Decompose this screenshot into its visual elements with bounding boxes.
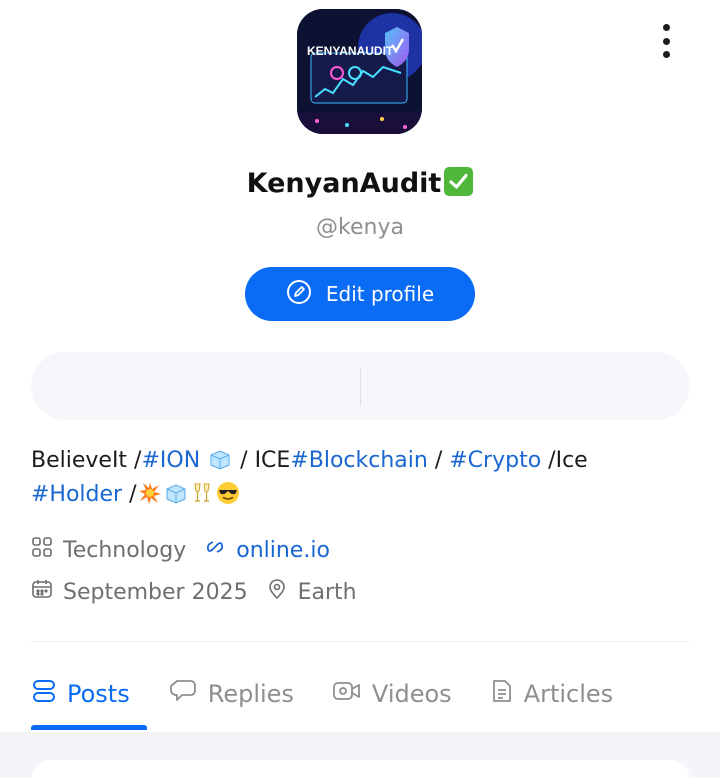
video-icon	[332, 678, 362, 710]
category-icon	[31, 536, 53, 564]
edit-profile-button[interactable]: Edit profile	[245, 267, 475, 321]
collision-emoji-icon	[138, 481, 162, 505]
joined-item: September 2025	[31, 578, 248, 606]
profile-bio: BelieveIt /#ION / ICE#Blockchain / #Cryp…	[31, 444, 691, 512]
tab-replies-label: Replies	[207, 680, 294, 708]
calendar-icon	[31, 578, 53, 606]
website-link[interactable]: online.io	[236, 538, 330, 563]
link-icon	[204, 536, 226, 564]
champagne-emoji-icon	[190, 481, 214, 505]
replies-icon	[168, 678, 198, 710]
feed-card	[31, 760, 690, 778]
hashtag-blockchain[interactable]: #Blockchain	[290, 448, 428, 473]
tab-posts[interactable]: Posts	[31, 668, 168, 730]
bio-text: BelieveIt /	[31, 448, 142, 473]
stats-card	[31, 352, 690, 420]
profile-meta-row: September 2025 Earth	[31, 578, 375, 606]
tab-videos-label: Videos	[371, 680, 452, 708]
location-pin-icon	[266, 578, 288, 606]
edit-icon	[286, 279, 312, 309]
verified-check-icon	[444, 167, 474, 196]
tab-videos[interactable]: Videos	[332, 668, 490, 720]
edit-profile-label: Edit profile	[325, 282, 435, 306]
bio-text: /	[122, 482, 137, 507]
ice-cube-emoji-icon	[164, 481, 188, 505]
posts-icon	[31, 678, 57, 710]
category-item: Technology	[31, 536, 186, 564]
hashtag-holder[interactable]: #Holder	[31, 482, 122, 507]
sunglasses-face-emoji-icon	[216, 481, 240, 505]
svg-text:KENYANAUDIT: KENYANAUDIT	[307, 44, 394, 58]
location-label: Earth	[297, 579, 357, 605]
tab-articles[interactable]: Articles	[490, 668, 652, 720]
more-options-icon[interactable]	[652, 22, 680, 60]
location-item: Earth	[266, 578, 357, 606]
profile-avatar[interactable]: KENYANAUDIT	[297, 9, 422, 134]
tab-posts-label: Posts	[67, 680, 130, 708]
stats-divider	[360, 368, 361, 406]
hashtag-crypto[interactable]: #Crypto	[449, 448, 541, 473]
display-name: KenyanAudit	[246, 168, 442, 199]
display-name-row: KenyanAudit	[0, 167, 720, 199]
bio-text: /	[427, 448, 450, 473]
category-label: Technology	[63, 537, 187, 563]
joined-date: September 2025	[63, 579, 248, 605]
profile-meta-row: Technology online.io	[31, 536, 348, 564]
ice-cube-emoji-icon	[208, 447, 232, 471]
tab-articles-label: Articles	[523, 680, 614, 708]
profile-tabs: Posts Replies Videos Articles	[31, 668, 720, 730]
hashtag-ion[interactable]: #ION	[141, 448, 200, 473]
bio-text: /Ice	[541, 448, 588, 473]
tab-replies[interactable]: Replies	[168, 668, 332, 720]
user-handle: @kenya	[316, 215, 404, 240]
article-icon	[490, 678, 514, 710]
bio-text: / ICE	[233, 448, 291, 473]
website-item[interactable]: online.io	[204, 536, 330, 564]
section-divider	[31, 641, 690, 642]
